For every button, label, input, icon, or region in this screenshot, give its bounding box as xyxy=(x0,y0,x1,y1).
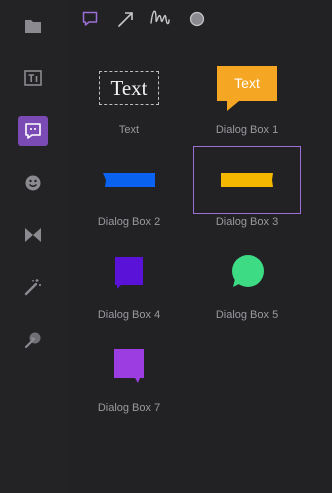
library-item-dialog-box-3[interactable] xyxy=(193,146,301,214)
library-item-dialog-box-5[interactable] xyxy=(193,239,301,307)
dialog-box-3-preview xyxy=(221,173,273,187)
library-item-label: Dialog Box 2 xyxy=(97,216,161,228)
squiggle-icon xyxy=(150,10,170,25)
library-item-label: Dialog Box 1 xyxy=(215,124,279,136)
toolbar-dialog-button[interactable] xyxy=(79,8,101,30)
speech-bubble-icon xyxy=(82,11,98,26)
dialog-box-4-preview xyxy=(115,257,143,289)
library-item-label: Dialog Box 7 xyxy=(97,402,161,414)
library-item-dialog-box-1[interactable]: Text xyxy=(193,54,301,122)
dialog-box-5-preview xyxy=(232,255,264,287)
toolbar-shape-button[interactable] xyxy=(186,8,208,30)
sidebar-item-cursor[interactable] xyxy=(18,325,48,355)
sidebar-item-media[interactable] xyxy=(18,11,48,41)
arrow-icon xyxy=(118,12,133,27)
smiley-icon xyxy=(25,175,41,191)
sidebar-item-stickers[interactable] xyxy=(18,168,48,198)
sidebar-item-effects[interactable] xyxy=(18,272,48,302)
toolbar-wave-button[interactable] xyxy=(149,8,171,30)
bowtie-icon xyxy=(25,228,41,242)
dialog-box-1-text: Text xyxy=(217,65,277,101)
text-preview: Text xyxy=(99,71,159,105)
sidebar-item-transitions[interactable] xyxy=(18,220,48,250)
library-item-dialog-box-2[interactable] xyxy=(75,146,183,214)
circle-icon xyxy=(189,11,205,27)
sidebar xyxy=(0,0,66,493)
sidebar-item-elements[interactable] xyxy=(18,116,48,146)
library-item-text[interactable]: Text xyxy=(75,54,183,122)
library-item-label: Dialog Box 4 xyxy=(97,309,161,321)
library-item-label: Dialog Box 3 xyxy=(215,216,279,228)
library-item-label: Text xyxy=(118,124,140,136)
magic-wand-icon xyxy=(24,279,41,296)
library-item-label: Dialog Box 5 xyxy=(215,309,279,321)
speech-bubble-icon xyxy=(25,123,41,139)
dialog-box-7-preview xyxy=(114,349,144,383)
library-item-dialog-box-4[interactable] xyxy=(75,239,183,307)
toolbar-arrow-button[interactable] xyxy=(115,8,137,30)
cursor-click-icon xyxy=(24,332,41,349)
library-item-dialog-box-7[interactable] xyxy=(75,332,183,400)
dialog-box-1-preview: Text xyxy=(217,65,277,111)
folder-icon xyxy=(25,20,41,33)
sidebar-item-titles[interactable] xyxy=(18,63,48,93)
text-tool-icon xyxy=(24,70,42,86)
dialog-box-2-preview xyxy=(103,173,155,187)
